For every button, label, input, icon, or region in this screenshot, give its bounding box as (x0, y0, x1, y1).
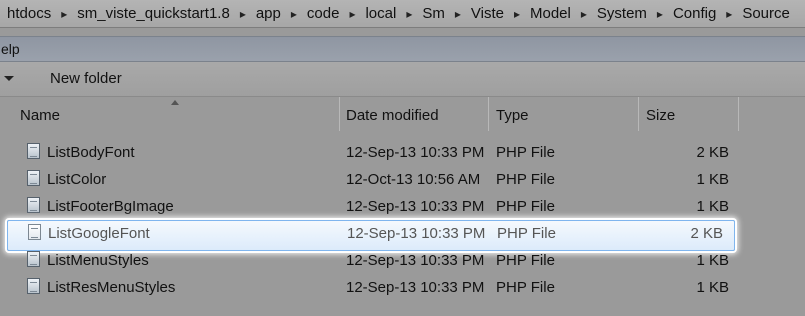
breadcrumb-separator-icon[interactable]: ▸ (339, 7, 355, 21)
file-name: ListMenuStyles (47, 252, 149, 269)
breadcrumb-separator-icon[interactable]: ▸ (504, 7, 520, 21)
sort-ascending-icon (171, 100, 179, 105)
php-file-icon (27, 170, 40, 186)
new-folder-button[interactable]: New folder (50, 70, 122, 87)
file-row[interactable]: ListBodyFont 12-Sep-13 10:33 PM PHP File 2 … (0, 140, 805, 167)
file-row[interactable]: ListFooterBgImage 12-Sep-13 10:33 PM PHP F… (0, 194, 805, 221)
breadcrumb-item[interactable]: Model (520, 5, 571, 22)
file-size: 1 KB (696, 171, 729, 188)
breadcrumb-separator-icon[interactable]: ▸ (571, 7, 587, 21)
file-date-modified: 12-Oct-13 10:56 AM (346, 171, 481, 188)
php-file-icon (27, 251, 40, 267)
breadcrumb-item[interactable]: app (246, 5, 281, 22)
column-divider[interactable] (488, 97, 489, 131)
menu-bar: elp (0, 36, 805, 62)
file-type: PHP File (496, 252, 555, 269)
file-name: ListGoogleFont (48, 225, 150, 242)
file-type: PHP File (496, 144, 555, 161)
file-size: 2 KB (696, 144, 729, 161)
breadcrumb-item[interactable]: sm_viste_quickstart1.8 (67, 5, 230, 22)
toolbar: New folder (0, 62, 805, 97)
breadcrumb-separator-icon[interactable]: ▸ (647, 7, 663, 21)
php-file-icon (27, 143, 40, 159)
breadcrumb-separator-icon[interactable]: ▸ (716, 7, 732, 21)
column-header-bar: Name Date modified Type Size (0, 97, 805, 131)
file-size: 1 KB (696, 252, 729, 269)
breadcrumb-item[interactable]: System (587, 5, 647, 22)
breadcrumb-separator-icon[interactable]: ▸ (51, 7, 67, 21)
breadcrumb-item[interactable]: Source (732, 5, 790, 22)
menu-item-help[interactable]: elp (0, 41, 20, 57)
column-divider[interactable] (738, 97, 739, 131)
file-size: 2 KB (690, 225, 723, 242)
file-date-modified: 12-Sep-13 10:33 PM (346, 198, 485, 215)
breadcrumb-item[interactable]: Viste (461, 5, 504, 22)
file-row[interactable]: ListColor 12-Oct-13 10:56 AM PHP File 1 KB (0, 167, 805, 194)
breadcrumb-item[interactable]: Sm (412, 5, 445, 22)
php-file-icon (27, 197, 40, 213)
column-header-type[interactable]: Type (496, 97, 529, 131)
breadcrumb-separator-icon[interactable]: ▸ (445, 7, 461, 21)
file-date-modified: 12-Sep-13 10:33 PM (346, 279, 485, 296)
file-date-modified: 12-Sep-13 10:33 PM (346, 144, 485, 161)
breadcrumb-item[interactable]: code (297, 5, 340, 22)
file-type: PHP File (496, 171, 555, 188)
column-header-name[interactable]: Name (20, 97, 60, 131)
chevron-down-icon[interactable] (4, 76, 14, 81)
breadcrumb-item[interactable]: local (355, 5, 396, 22)
breadcrumb-separator-icon[interactable]: ▸ (281, 7, 297, 21)
breadcrumb-item[interactable]: htdocs (0, 5, 51, 22)
php-file-icon (27, 278, 40, 294)
breadcrumb-separator-icon[interactable]: ▸ (396, 7, 412, 21)
column-divider[interactable] (638, 97, 639, 131)
file-size: 1 KB (696, 198, 729, 215)
file-row[interactable]: ListGoogleFont 12-Sep-13 10:33 PM PHP File… (7, 220, 735, 251)
file-size: 1 KB (696, 279, 729, 296)
file-name: ListColor (47, 171, 107, 188)
file-date-modified: 12-Sep-13 10:33 PM (347, 225, 486, 242)
file-name: ListBodyFont (47, 144, 135, 161)
file-row[interactable]: ListResMenuStyles 12-Sep-13 10:33 PM PHP F… (0, 275, 805, 302)
column-header-date-modified[interactable]: Date modified (346, 97, 439, 131)
file-date-modified: 12-Sep-13 10:33 PM (346, 252, 485, 269)
file-type: PHP File (496, 279, 555, 296)
file-row[interactable]: ListMenuStyles 12-Sep-13 10:33 PM PHP File… (0, 248, 805, 275)
file-type: PHP File (497, 225, 556, 242)
column-divider[interactable] (339, 97, 340, 131)
file-name: ListResMenuStyles (47, 279, 176, 296)
address-bar[interactable]: htdocs ▸ sm_viste_quickstart1.8 ▸ app ▸ code ▸ l… (0, 0, 805, 28)
file-name: ListFooterBgImage (47, 198, 174, 215)
php-file-icon (28, 224, 41, 240)
breadcrumb-item[interactable]: Config (663, 5, 716, 22)
breadcrumb-separator-icon[interactable]: ▸ (230, 7, 246, 21)
file-type: PHP File (496, 198, 555, 215)
column-header-size[interactable]: Size (646, 97, 675, 131)
